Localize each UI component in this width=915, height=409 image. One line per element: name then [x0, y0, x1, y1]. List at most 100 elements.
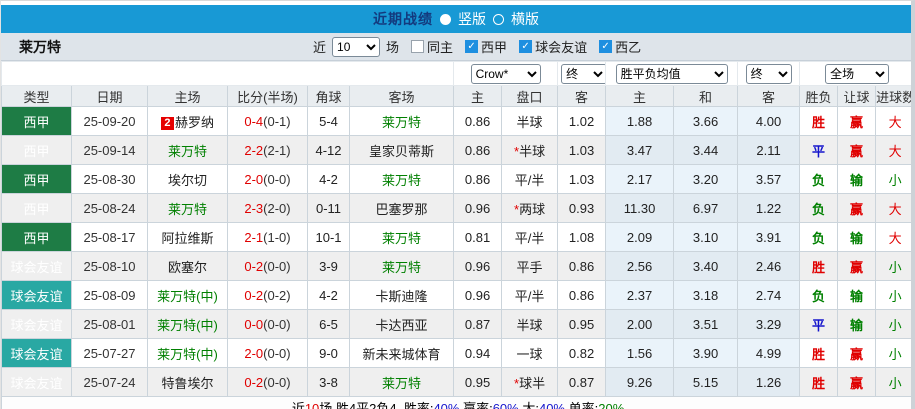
selector-spacer	[1, 61, 455, 86]
corners-cell: 4-12	[307, 135, 350, 165]
date-cell: 25-09-20	[71, 106, 148, 136]
goals-result-cell: 小	[875, 367, 911, 397]
header-row: 类型 日期 主场 比分(半场) 角球 客场 主 盘口 客 主 和 客 胜负 让球…	[1, 85, 911, 107]
scope-select[interactable]: 全场	[825, 63, 890, 84]
home-odds-cell: 0.81	[453, 222, 503, 252]
checkbox-same-home[interactable]	[411, 40, 425, 53]
home-team-cell[interactable]: 莱万特	[147, 193, 228, 223]
home-team-cell[interactable]: 莱万特	[147, 135, 228, 165]
home-team-cell[interactable]: 阿拉维斯	[147, 222, 228, 252]
home-team-name[interactable]: 赫罗纳	[175, 115, 214, 130]
odds-company-select[interactable]: Crow*	[470, 63, 541, 84]
footer-stat-part: 赢率:	[459, 400, 493, 409]
away-team-cell[interactable]: 莱万特	[348, 251, 455, 281]
home-team-cell[interactable]: 2 赫罗纳	[147, 106, 228, 136]
avg-draw-cell: 6.97	[673, 193, 739, 223]
team-name-title: 莱万特	[19, 38, 61, 55]
away-team-cell[interactable]: 莱万特	[348, 222, 455, 252]
home-team-name[interactable]: 特鲁埃尔	[161, 376, 213, 391]
home-team-cell[interactable]: 欧塞尔	[147, 251, 228, 281]
table-row: 球会友谊 25-07-24 特鲁埃尔 0-2(0-0) 3-8 莱万特 0.95…	[1, 367, 911, 397]
handicap-line: 平/半	[514, 288, 545, 304]
handicap-cell: *球半	[501, 367, 559, 397]
radio-vertical-layout[interactable]	[440, 13, 451, 25]
home-team-name[interactable]: 莱万特	[168, 202, 207, 217]
away-team-cell[interactable]: 卡达西亚	[348, 309, 455, 339]
home-team-cell[interactable]: 莱万特(中)	[147, 280, 228, 310]
away-odds-cell: 0.87	[557, 367, 607, 397]
handicap-result-cell: 赢	[837, 338, 877, 368]
home-team-cell[interactable]: 埃尔切	[147, 164, 228, 194]
footer-row: 近10场,胜4平2负4, 胜率:40% 赢率:60% 大:40% 单率:20%	[1, 396, 911, 409]
corners-cell: 10-1	[307, 222, 350, 252]
avg-metric-select[interactable]: 胜平负均值	[615, 63, 728, 84]
table-row: 球会友谊 25-08-01 莱万特(中) 0-0(0-0) 6-5 卡达西亚 0…	[1, 309, 911, 339]
avg-lose-cell: 3.29	[737, 309, 801, 339]
score-cell: 2-2(2-1)	[227, 135, 308, 165]
checkbox-league-laliga[interactable]	[465, 40, 479, 53]
match-count-select[interactable]: 10	[332, 36, 381, 57]
result-cell: 胜	[799, 338, 839, 368]
home-team-name[interactable]: 莱万特(中)	[157, 347, 218, 362]
handicap-result-cell: 赢	[837, 106, 877, 136]
home-odds-cell: 0.94	[453, 338, 503, 368]
handicap-result-cell: 输	[837, 164, 877, 194]
footer-stat-part: 10	[304, 400, 320, 409]
home-team-name[interactable]: 阿拉维斯	[161, 231, 213, 246]
goals-result-cell: 大	[875, 135, 911, 165]
goals-result-cell: 小	[875, 309, 911, 339]
home-team-name[interactable]: 埃尔切	[168, 173, 207, 188]
col-header-handicap: 盘口	[501, 85, 559, 107]
table-row: 球会友谊 25-08-10 欧塞尔 0-2(0-0) 3-9 莱万特 0.96 …	[1, 251, 911, 281]
radio-horizontal-layout[interactable]	[493, 13, 504, 25]
league-club-friendly-label[interactable]: 球会友谊	[535, 37, 587, 56]
col-header-type: 类型	[1, 85, 72, 107]
home-team-cell[interactable]: 莱万特(中)	[147, 309, 228, 339]
result-cell: 负	[799, 280, 839, 310]
away-team-cell[interactable]: 莱万特	[348, 106, 455, 136]
league-type-cell: 球会友谊	[1, 338, 72, 368]
avg-stage-select[interactable]: 终	[745, 63, 792, 84]
away-odds-cell: 1.08	[557, 222, 607, 252]
away-team-cell[interactable]: 新未来城体育	[348, 338, 455, 368]
home-team-cell[interactable]: 特鲁埃尔	[147, 367, 228, 397]
halftime-score: (0-0)	[263, 345, 291, 361]
col-header-away: 客场	[348, 85, 455, 107]
home-team-name[interactable]: 莱万特(中)	[157, 289, 218, 304]
footer-stat-part: 60%	[492, 400, 519, 409]
radio-horizontal-label[interactable]: 横版	[511, 9, 539, 29]
league-type-cell: 球会友谊	[1, 367, 72, 397]
same-home-label[interactable]: 同主	[427, 37, 453, 56]
away-team-cell[interactable]: 莱万特	[348, 164, 455, 194]
checkbox-league-laliga2[interactable]	[599, 40, 613, 53]
halftime-score: (0-0)	[263, 374, 291, 390]
footer-stat-part: 单率:	[565, 400, 599, 409]
league-laliga2-label[interactable]: 西乙	[615, 37, 641, 56]
radio-vertical-label[interactable]: 竖版	[458, 9, 486, 29]
handicap-cell: 一球	[501, 338, 559, 368]
away-team-cell[interactable]: 卡斯迪隆	[348, 280, 455, 310]
home-odds-cell: 0.96	[453, 251, 503, 281]
home-team-name[interactable]: 莱万特	[168, 144, 207, 159]
home-team-name[interactable]: 莱万特(中)	[157, 318, 218, 333]
checkbox-league-club-friendly[interactable]	[519, 40, 533, 53]
league-laliga-label[interactable]: 西甲	[481, 37, 507, 56]
avg-win-cell: 2.37	[605, 280, 675, 310]
league-type-cell: 球会友谊	[1, 280, 72, 310]
handicap-line: 一球	[516, 346, 543, 362]
corners-cell: 4-2	[307, 280, 350, 310]
table-row: 球会友谊 25-07-27 莱万特(中) 2-0(0-0) 9-0 新未来城体育…	[1, 338, 911, 368]
table-row: 西甲 25-09-20 2 赫罗纳 0-4(0-1) 5-4 莱万特 0.86 半…	[1, 106, 911, 136]
away-team-cell[interactable]: 巴塞罗那	[348, 193, 455, 223]
home-team-name[interactable]: 欧塞尔	[168, 260, 207, 275]
results-tbody: 西甲 25-09-20 2 赫罗纳 0-4(0-1) 5-4 莱万特 0.86 半…	[1, 106, 911, 397]
filter-controls: 近 10 场 同主 西甲 球会友谊 西乙	[313, 36, 641, 57]
home-team-cell[interactable]: 莱万特(中)	[147, 338, 228, 368]
corners-cell: 5-4	[307, 106, 350, 136]
away-team-cell[interactable]: 莱万特	[348, 367, 455, 397]
table-row: 西甲 25-08-17 阿拉维斯 2-1(1-0) 10-1 莱万特 0.81 …	[1, 222, 911, 252]
away-team-cell[interactable]: 皇家贝蒂斯	[348, 135, 455, 165]
footer-stat-part: 40%	[538, 400, 565, 409]
odds-stage-select[interactable]: 终	[561, 63, 605, 84]
handicap-cell: *两球	[501, 193, 559, 223]
